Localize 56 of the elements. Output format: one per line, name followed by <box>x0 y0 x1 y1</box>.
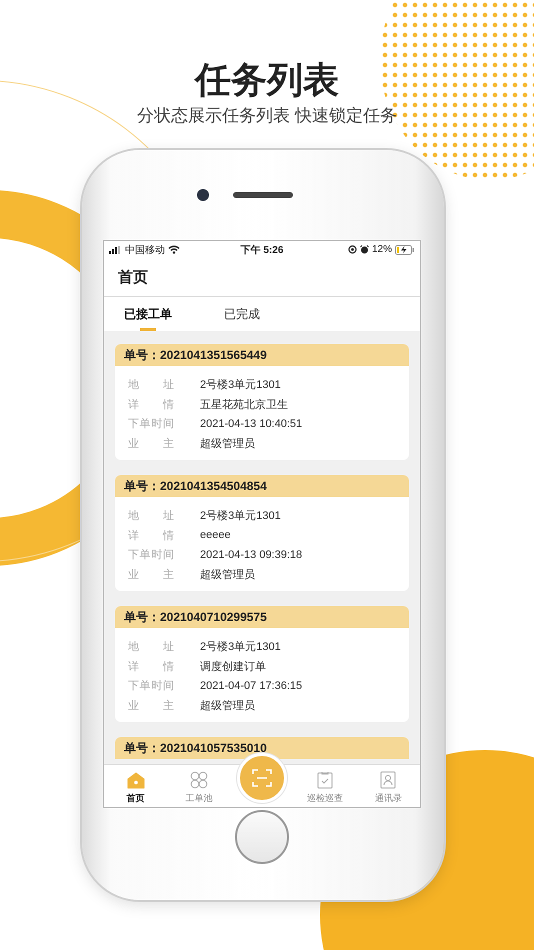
field-value: 2号楼3单元1301 <box>200 640 281 654</box>
clipboard-check-icon <box>317 771 334 789</box>
carrier-name: 中国移动 <box>125 244 165 256</box>
field-label: 地址 <box>128 378 174 392</box>
field-label: 地址 <box>128 640 174 654</box>
field-value: 2021-04-13 10:40:51 <box>200 418 302 430</box>
contact-card-icon <box>380 771 396 789</box>
order-number: 单号：2021041057535010 <box>115 737 409 759</box>
clover-icon <box>190 771 208 789</box>
field-value: 超级管理员 <box>200 436 255 451</box>
scan-button[interactable] <box>237 753 287 803</box>
signal-icon <box>109 246 122 254</box>
order-number: 单号：2021040710299575 <box>115 606 409 628</box>
field-value: 2021-04-07 17:36:15 <box>200 680 302 692</box>
tab-bar-item[interactable]: 工单池 <box>167 765 230 807</box>
field-label: 下单时间 <box>128 417 174 432</box>
field-label: 详情 <box>128 398 174 412</box>
field-value: 调度创建订单 <box>200 660 266 674</box>
order-number: 单号：2021041354504854 <box>115 475 409 497</box>
field-label: 下单时间 <box>128 548 174 562</box>
lock-rotation-icon <box>348 245 357 254</box>
order-number: 单号：2021041351565449 <box>115 344 409 366</box>
field-value: 2021-04-13 09:39:18 <box>200 548 302 561</box>
scan-icon <box>252 769 272 787</box>
field-label: 业主 <box>128 436 174 451</box>
field-value: 2号楼3单元1301 <box>200 378 281 392</box>
tab-bar-item[interactable]: 通讯录 <box>356 765 420 807</box>
tab[interactable]: 已完成 <box>222 302 262 326</box>
order-card[interactable]: 单号：2021041351565449 地址 2号楼3单元1301 详情 五星花苑北京卫生 下单时间 2021-04-13 10:40:51 业主 超级管理员 <box>115 344 409 460</box>
field-value: 2号楼3单元1301 <box>200 509 281 524</box>
page-title: 首页 <box>118 268 148 286</box>
field-value: eeeee <box>200 529 231 542</box>
field-label: 下单时间 <box>128 679 174 694</box>
field-label: 业主 <box>128 698 174 713</box>
field-value: 超级管理员 <box>200 698 255 713</box>
speaker-slot <box>233 192 293 198</box>
field-label: 业主 <box>128 568 174 582</box>
alarm-icon <box>360 245 369 254</box>
wifi-icon <box>168 245 180 254</box>
field-value: 超级管理员 <box>200 568 255 582</box>
home-icon <box>126 772 145 789</box>
promo-title: 任务列表 <box>195 58 339 102</box>
field-label: 地址 <box>128 509 174 524</box>
order-card[interactable]: 单号：2021040710299575 地址 2号楼3单元1301 详情 调度创建订单 下单时间 2021-04-07 17:36:15 业主 超级管理员 <box>115 606 409 722</box>
battery-percent: 12% <box>372 244 392 255</box>
tab-bar-item[interactable]: 巡检巡查 <box>294 765 357 807</box>
promo-subtitle: 分状态展示任务列表 快速锁定任务 <box>137 105 397 127</box>
order-card[interactable]: 单号：2021041354504854 地址 2号楼3单元1301 详情 eeeee 下单时间 2021-04-13 09:39:18 业主 超级管理员 <box>115 475 409 591</box>
home-button[interactable] <box>235 810 289 864</box>
field-label: 详情 <box>128 660 174 674</box>
status-time: 下午 5:26 <box>240 244 284 256</box>
field-label: 详情 <box>128 528 174 543</box>
battery-charging-icon <box>394 244 415 254</box>
field-value: 五星花苑北京卫生 <box>200 398 288 412</box>
tab-bar-item[interactable]: 首页 <box>104 765 168 807</box>
camera-icon <box>197 189 209 201</box>
